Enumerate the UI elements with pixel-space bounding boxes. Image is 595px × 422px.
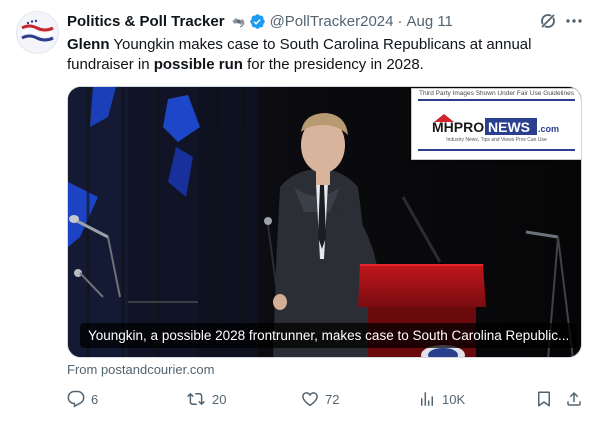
reply-count: 6 <box>91 391 99 407</box>
more-icon[interactable] <box>565 12 583 35</box>
brand-part-2: NEWS <box>488 119 530 135</box>
watermark-rule-bottom <box>418 149 575 151</box>
watermark-note: Third Party Images Shown Under Fair Use … <box>419 90 574 97</box>
like-button[interactable]: 72 <box>301 390 339 408</box>
share-button[interactable] <box>565 390 583 408</box>
repost-count: 20 <box>212 391 227 407</box>
repost-icon <box>186 390 206 408</box>
grok-icon[interactable] <box>538 11 558 36</box>
post-date[interactable]: Aug 11 <box>406 13 452 30</box>
separator: · <box>397 12 403 30</box>
text-bold-phrase: possible run <box>153 56 243 73</box>
avatar[interactable] <box>16 11 59 54</box>
verified-badge-icon[interactable] <box>249 13 266 30</box>
tweet[interactable]: Politics & Poll Tracker @PollTracker2024… <box>0 0 595 422</box>
media-caption[interactable]: Youngkin, a possible 2028 frontrunner, m… <box>80 323 578 348</box>
author-name[interactable]: Politics & Poll Tracker <box>67 13 225 30</box>
share-icon <box>565 390 583 408</box>
views-button[interactable]: 10K <box>418 390 465 408</box>
views-icon <box>418 390 436 408</box>
watermark-rule <box>418 99 575 101</box>
brand-part-1: MHPRO <box>432 119 484 135</box>
reply-icon <box>67 390 85 408</box>
view-count: 10K <box>442 391 466 407</box>
brand-part-3: .com <box>538 124 559 134</box>
author-handle[interactable]: @PollTracker2024 <box>270 13 394 30</box>
text-segment: for the presidency in 2028. <box>242 56 424 73</box>
action-bar: 6 20 72 10K <box>0 390 595 410</box>
repost-button[interactable]: 20 <box>186 390 226 408</box>
watermark-tagline: Industry News, Tips and Views Pros Can U… <box>446 137 547 143</box>
mhpronews-logo: MHPRO NEWS .com <box>432 114 559 135</box>
bookmark-icon <box>535 390 553 408</box>
watermark-badge: Third Party Images Shown Under Fair Use … <box>411 88 581 160</box>
text-bold-name: Glenn <box>67 36 110 53</box>
bookmark-button[interactable] <box>535 390 553 408</box>
reply-button[interactable]: 6 <box>67 390 98 408</box>
heart-icon <box>301 390 319 408</box>
tweet-header: Politics & Poll Tracker @PollTracker2024… <box>67 11 453 31</box>
media-card[interactable]: Third Party Images Shown Under Fair Use … <box>67 86 582 358</box>
flag-avatar-icon <box>17 12 58 53</box>
tweet-text: Glenn Youngkin makes case to South Carol… <box>67 35 567 75</box>
like-count: 72 <box>325 391 340 407</box>
link-source[interactable]: From postandcourier.com <box>67 362 214 377</box>
satellite-icon <box>231 14 246 29</box>
